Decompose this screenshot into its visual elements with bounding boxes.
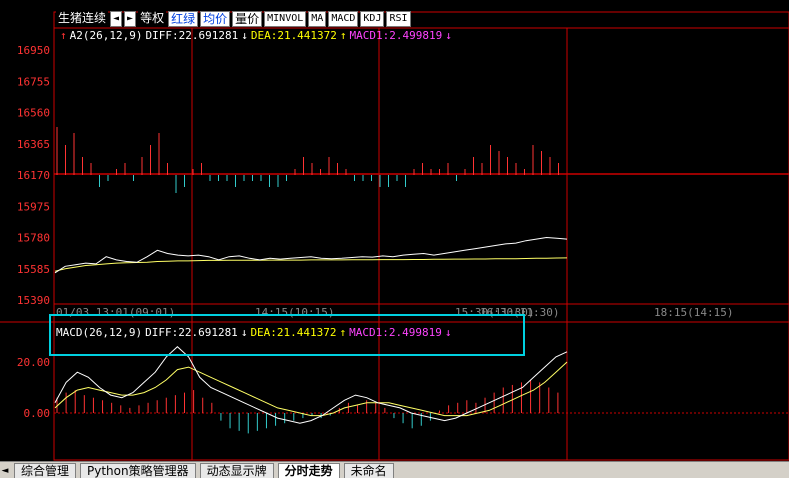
kdj-button[interactable]: KDJ <box>360 11 385 27</box>
macd-button[interactable]: MACD <box>328 11 359 27</box>
price-tick-label: 15975 <box>17 200 50 213</box>
macd-tick-label: 0.00 <box>24 407 51 420</box>
top-macd1-value: MACD1:2.499819 <box>349 29 443 42</box>
macd-diff-value: DIFF:22.691281 <box>145 326 238 339</box>
scroll-left-button[interactable]: ◄ <box>110 11 123 27</box>
bottom-tab-bar: ◄ 综合管理 Python策略管理器 动态显示牌 分时走势 未命名 <box>0 461 789 478</box>
arrow-down-icon: ↓ <box>240 326 248 339</box>
avg-price-button[interactable]: 均价 <box>200 11 231 27</box>
price-tick-label: 16755 <box>17 75 50 88</box>
average-price-line <box>54 257 568 272</box>
macd-dea-value: DEA:21.441372 <box>250 326 337 339</box>
scroll-right-button[interactable]: ► <box>124 11 137 27</box>
macd-bars <box>56 379 559 434</box>
volume-price-button[interactable]: 量价 <box>232 11 263 27</box>
top-indicator-name: A2(26,12,9) <box>69 29 143 42</box>
price-tick-label: 15585 <box>17 263 50 276</box>
top-indicator-info: ↑ A2(26,12,9) DIFF:22.691281 ↓ DEA:21.44… <box>60 29 455 42</box>
top-dea-value: DEA:21.441372 <box>250 29 337 42</box>
tab-python-strategy[interactable]: Python策略管理器 <box>80 463 196 478</box>
macd-tick-label: 20.00 <box>17 356 50 369</box>
ma-button[interactable]: MA <box>308 11 327 27</box>
chart-canvas: 16950 16755 16560 16365 16170 15975 15780 15585… <box>0 11 789 461</box>
macd-indicator-name: MACD(26,12,9) <box>56 326 143 339</box>
arrow-up-red-icon: ↑ <box>60 29 67 42</box>
time-tick-label: 18:15(14:15) <box>654 306 733 319</box>
chart-toolbar: 生猪连续 ◄ ► 等权 红绿 均价 量价 MINVOL MA MACD KDJ … <box>56 11 413 27</box>
diff-line <box>54 346 568 424</box>
macd-axis: 20.00 0.00 <box>17 356 50 420</box>
macd-macd1-value: MACD1:2.499819 <box>349 326 442 339</box>
tab-intraday[interactable]: 分时走势 <box>277 463 340 478</box>
price-tick-label: 16560 <box>17 107 50 120</box>
minvol-button[interactable]: MINVOL <box>264 11 307 27</box>
top-diff-value: DIFF:22.691281 <box>145 29 239 42</box>
arrow-down-icon: ↓ <box>444 326 452 339</box>
rsi-button[interactable]: RSI <box>386 11 411 27</box>
red-green-button[interactable]: 红绿 <box>168 11 199 27</box>
price-axis: 16950 16755 16560 16365 16170 15975 15780 15585… <box>17 44 50 307</box>
arrow-up-icon: ↑ <box>339 29 347 42</box>
price-line <box>54 236 568 274</box>
tab-scroll-left-icon[interactable]: ◄ <box>0 464 10 478</box>
price-tick-label: 16170 <box>17 169 50 182</box>
arrow-down-icon: ↓ <box>241 29 248 42</box>
equal-weight-button[interactable]: 等权 <box>138 11 167 25</box>
tab-overview[interactable]: 综合管理 <box>14 463 77 478</box>
contract-title: 生猪连续 <box>56 11 109 25</box>
tab-untitled[interactable]: 未命名 <box>343 463 394 478</box>
macd-indicator-info: MACD(26,12,9) DIFF:22.691281 ↓ DEA:21.44… <box>56 326 455 339</box>
price-tick-label: 16950 <box>17 44 50 57</box>
price-tick-label: 16365 <box>17 138 50 151</box>
tab-dynamic-board[interactable]: 动态显示牌 <box>199 463 274 478</box>
arrow-up-icon: ↑ <box>339 326 347 339</box>
dea-line <box>54 361 568 417</box>
price-tick-label: 15390 <box>17 294 50 307</box>
chart-border <box>53 11 789 461</box>
price-tick-label: 15780 <box>17 232 50 245</box>
chart-grid <box>0 11 789 461</box>
volume-bars <box>56 127 559 193</box>
arrow-down-icon: ↓ <box>445 29 452 42</box>
